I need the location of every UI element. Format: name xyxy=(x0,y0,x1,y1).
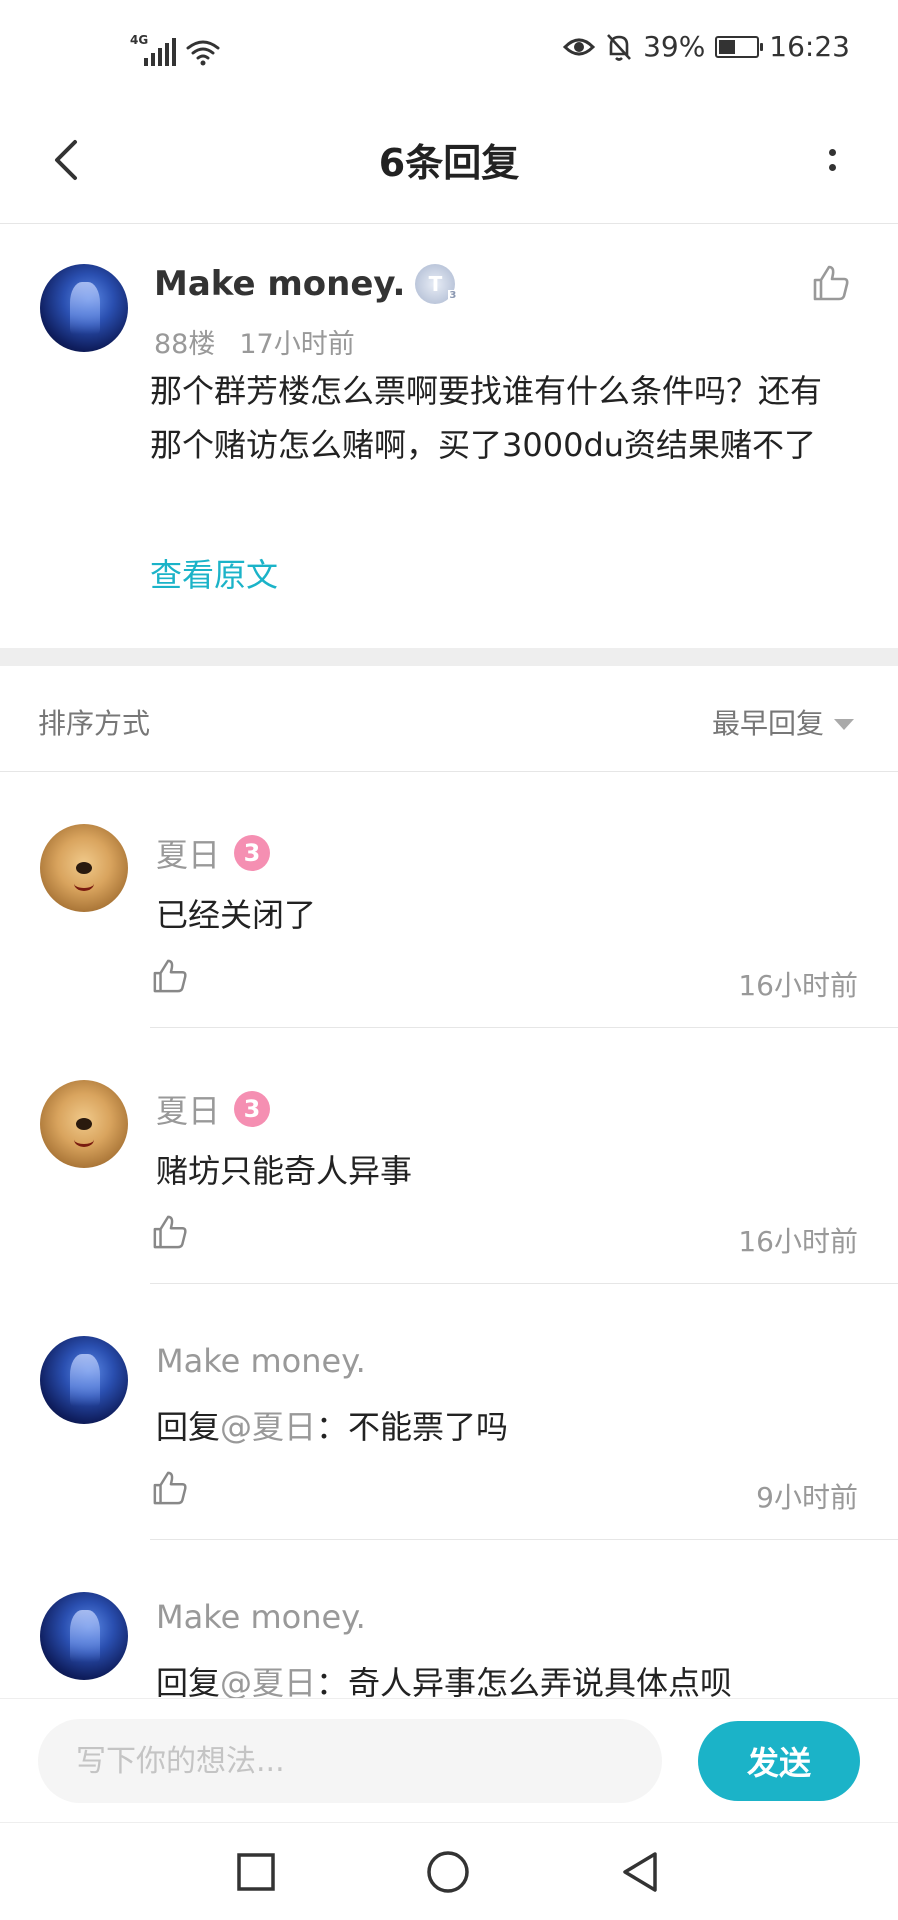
thumbs-up-icon xyxy=(153,959,187,993)
thumbs-up-icon xyxy=(813,265,849,301)
avatar[interactable] xyxy=(40,264,128,352)
comment-bar: 发送 xyxy=(0,1698,898,1822)
post-content: 那个群芳楼怎么票啊要找谁有什么条件吗？还有那个赌访怎么赌啊，买了3000du资结… xyxy=(150,372,823,464)
reply-body: 赌坊只能奇人异事 xyxy=(156,1152,413,1190)
badge-level: 3 xyxy=(448,290,458,302)
reply-item: 夏日 3 赌坊只能奇人异事 16小时前 xyxy=(0,1028,898,1284)
caret-down-icon xyxy=(834,718,854,730)
main-post: Make money. T 3 88楼 17小时前 那个群芳楼怎么票啊要找谁有什… xyxy=(0,224,898,648)
post-author: Make money. T 3 xyxy=(154,264,458,304)
level-badge-icon: 3 xyxy=(234,1091,271,1127)
post-time: 17小时前 xyxy=(239,329,355,360)
page-title: 6条回复 xyxy=(378,141,520,185)
reply-time: 16小时前 xyxy=(738,1225,858,1258)
reply-item: Make money. 回复@夏日：奇人异事怎么弄说具体点呗 xyxy=(0,1540,898,1698)
reply-prefix: 回复 xyxy=(156,1408,221,1446)
home-button[interactable] xyxy=(418,1847,478,1897)
system-nav-bar xyxy=(0,1822,898,1920)
reply-author: Make money. xyxy=(156,1598,366,1636)
reply-text: 回复@夏日：不能票了吗 xyxy=(156,1402,508,1448)
reply-author: Make money. xyxy=(156,1342,366,1380)
post-meta: 88楼 17小时前 xyxy=(154,322,355,361)
eye-icon xyxy=(563,38,596,55)
author-name[interactable]: Make money. xyxy=(156,1342,366,1380)
square-icon xyxy=(237,1853,275,1891)
clock: 16:23 xyxy=(769,30,850,63)
avatar[interactable] xyxy=(40,824,128,912)
circle-icon xyxy=(427,1851,469,1893)
avatar[interactable] xyxy=(40,1336,128,1424)
mention-link[interactable]: @夏日 xyxy=(220,1408,316,1446)
reply-body: ：不能票了吗 xyxy=(316,1408,509,1446)
send-button[interactable]: 发送 xyxy=(698,1721,860,1801)
thumbs-up-icon xyxy=(153,1471,187,1505)
sort-bar: 排序方式 最早回复 xyxy=(0,666,898,772)
reply-author: 夏日 3 xyxy=(156,1086,271,1132)
header: 6条回复 xyxy=(0,104,898,224)
post-like-button[interactable] xyxy=(812,264,850,306)
reply-body: ：奇人异事怎么弄说具体点呗 xyxy=(316,1664,733,1698)
section-divider xyxy=(0,648,898,666)
reply-text: 赌坊只能奇人异事 xyxy=(156,1146,412,1192)
reply-prefix: 回复 xyxy=(156,1664,221,1698)
recents-button[interactable] xyxy=(226,1847,286,1897)
badge-letter: T xyxy=(428,272,443,296)
back-nav-button[interactable] xyxy=(610,1847,670,1897)
floor-number: 88楼 xyxy=(154,329,216,360)
wifi-icon xyxy=(186,40,220,66)
reply-body: 已经关闭了 xyxy=(156,896,317,934)
reply-item: 夏日 3 已经关闭了 16小时前 xyxy=(0,772,898,1028)
status-right: 39% 16:23 xyxy=(563,30,850,63)
author-name[interactable]: 夏日 xyxy=(156,830,220,876)
battery-percent: 39% xyxy=(643,30,706,63)
reply-list: 夏日 3 已经关闭了 16小时前 夏日 3 赌坊只能奇人异事 16小时前 Mak… xyxy=(0,772,898,1698)
author-name[interactable]: Make money. xyxy=(154,264,405,304)
reply-like-button[interactable] xyxy=(152,958,188,998)
status-bar: 4G 39% 16:23 xyxy=(0,0,898,104)
more-button[interactable] xyxy=(802,130,862,190)
reply-item: Make money. 回复@夏日：不能票了吗 9小时前 xyxy=(0,1284,898,1540)
sort-dropdown[interactable]: 最早回复 xyxy=(712,702,854,742)
more-vertical-icon xyxy=(828,149,836,156)
author-name[interactable]: Make money. xyxy=(156,1598,366,1636)
reply-time: 9小时前 xyxy=(756,1481,858,1514)
bell-off-icon xyxy=(607,33,632,61)
avatar[interactable] xyxy=(40,1592,128,1680)
sort-label: 排序方式 xyxy=(38,707,151,740)
triangle-back-icon xyxy=(623,1852,657,1892)
user-badge-icon: T 3 xyxy=(415,264,458,304)
cellular-signal-icon: 4G xyxy=(130,34,176,66)
reply-author: 夏日 3 xyxy=(156,830,271,876)
reply-time: 16小时前 xyxy=(738,969,858,1002)
reply-text: 回复@夏日：奇人异事怎么弄说具体点呗 xyxy=(156,1658,732,1698)
mention-link[interactable]: @夏日 xyxy=(220,1664,316,1698)
avatar[interactable] xyxy=(40,1080,128,1168)
reply-like-button[interactable] xyxy=(152,1470,188,1510)
reply-like-button[interactable] xyxy=(152,1214,188,1254)
comment-input[interactable] xyxy=(38,1719,662,1803)
view-original-link[interactable]: 查看原文 xyxy=(150,550,278,596)
battery-icon xyxy=(715,35,764,58)
status-left: 4G xyxy=(130,34,220,66)
reply-text: 已经关闭了 xyxy=(156,890,316,936)
thumbs-up-icon xyxy=(153,1215,187,1249)
level-badge-icon: 3 xyxy=(234,835,271,871)
author-name[interactable]: 夏日 xyxy=(156,1086,220,1132)
sort-value: 最早回复 xyxy=(711,707,824,740)
